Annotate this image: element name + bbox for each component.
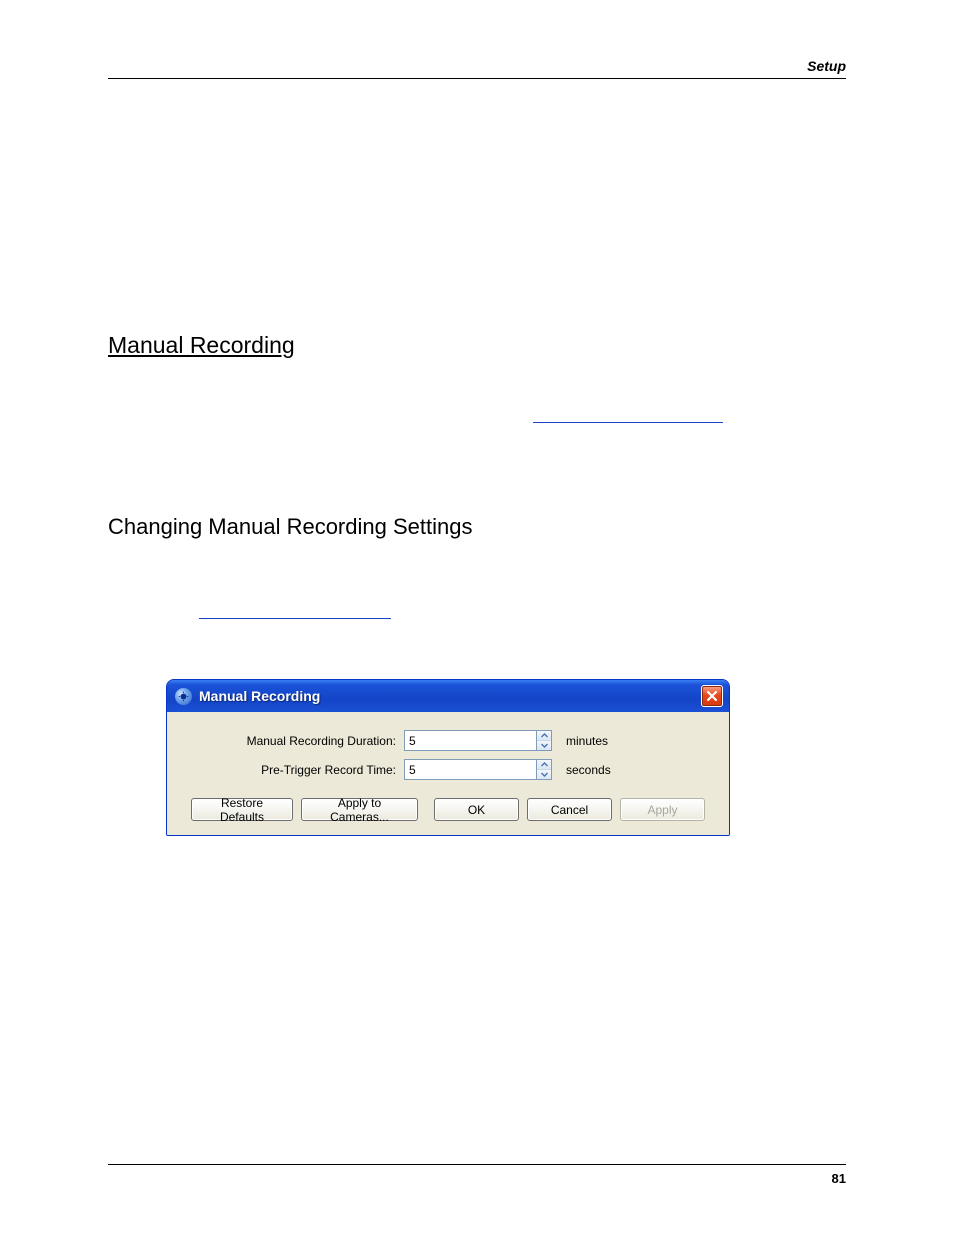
spin-down-duration[interactable]	[537, 741, 551, 750]
inline-hyperlink-2[interactable]	[199, 618, 391, 619]
dialog-title: Manual Recording	[199, 688, 694, 704]
section-title-manual-recording: Manual Recording	[108, 332, 295, 359]
apply-to-cameras-button[interactable]: Apply to Cameras...	[301, 798, 418, 821]
restore-defaults-button[interactable]: Restore Defaults	[191, 798, 293, 821]
spin-down-pretrigger[interactable]	[537, 770, 551, 779]
apply-button: Apply	[620, 798, 705, 821]
label-pretrigger: Pre-Trigger Record Time:	[191, 763, 396, 777]
cancel-button[interactable]: Cancel	[527, 798, 612, 821]
page-header-section: Setup	[807, 58, 846, 74]
row-pretrigger: Pre-Trigger Record Time: seconds	[191, 759, 705, 780]
ok-button[interactable]: OK	[434, 798, 519, 821]
spin-up-duration[interactable]	[537, 731, 551, 741]
row-duration: Manual Recording Duration: minutes	[191, 730, 705, 751]
input-duration[interactable]	[404, 730, 536, 751]
unit-duration: minutes	[566, 734, 608, 748]
dialog-button-row: Restore Defaults Apply to Cameras... OK …	[191, 798, 705, 821]
dialog-body: Manual Recording Duration: minutes P	[167, 712, 729, 835]
label-duration: Manual Recording Duration:	[191, 734, 396, 748]
close-button[interactable]	[701, 685, 723, 707]
page-number: 81	[832, 1171, 846, 1186]
close-icon	[706, 690, 718, 702]
spinner-duration	[404, 730, 552, 751]
unit-pretrigger: seconds	[566, 763, 611, 777]
spinner-pretrigger	[404, 759, 552, 780]
record-icon	[175, 688, 192, 705]
spinner-buttons-duration	[536, 730, 552, 751]
spinner-buttons-pretrigger	[536, 759, 552, 780]
input-pretrigger[interactable]	[404, 759, 536, 780]
dialog-titlebar[interactable]: Manual Recording	[167, 680, 729, 712]
footer-divider	[108, 1164, 846, 1165]
header-divider	[108, 78, 846, 79]
inline-hyperlink-1[interactable]	[533, 422, 723, 423]
spin-up-pretrigger[interactable]	[537, 760, 551, 770]
section-subtitle-changing-settings: Changing Manual Recording Settings	[108, 514, 472, 540]
chevron-down-icon	[541, 772, 548, 777]
chevron-up-icon	[541, 733, 548, 738]
chevron-down-icon	[541, 743, 548, 748]
chevron-up-icon	[541, 762, 548, 767]
manual-recording-dialog: Manual Recording Manual Recording Durati…	[166, 679, 730, 836]
